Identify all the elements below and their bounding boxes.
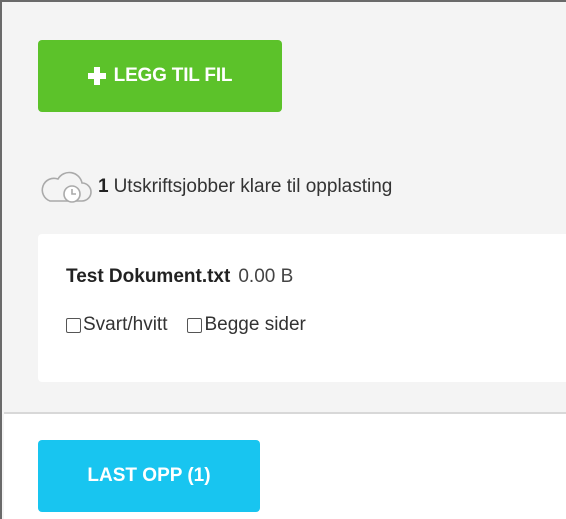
upload-button[interactable]: LAST OPP (1) bbox=[38, 440, 260, 512]
plus-icon bbox=[87, 67, 106, 85]
option-black-white[interactable]: Svart/hvitt bbox=[66, 314, 167, 336]
status-text: Utskriftsjobber klare til opplasting bbox=[113, 176, 393, 197]
cloud-clock-icon bbox=[41, 171, 92, 203]
black-white-label: Svart/hvitt bbox=[83, 314, 168, 335]
option-duplex[interactable]: Begge sider bbox=[187, 314, 306, 336]
print-job-card: Test Dokument.txt 0.00 B Svart/hvitt Beg… bbox=[38, 234, 566, 382]
job-title-row: Test Dokument.txt 0.00 B bbox=[66, 266, 293, 288]
duplex-label: Begge sider bbox=[204, 314, 306, 335]
upload-status: 1 Utskriftsjobber klare til opplasting bbox=[38, 170, 392, 204]
add-file-button[interactable]: LEGG TIL FIL bbox=[38, 40, 282, 112]
app-frame: LEGG TIL FIL 1 Utskriftsjobber klare til… bbox=[0, 0, 566, 519]
duplex-checkbox[interactable] bbox=[187, 317, 203, 333]
job-count: 1 bbox=[98, 176, 109, 197]
job-filename: Test Dokument.txt bbox=[66, 266, 231, 287]
add-file-label: LEGG TIL FIL bbox=[113, 65, 233, 86]
job-options: Svart/hvitt Begge sider bbox=[66, 314, 306, 336]
black-white-checkbox[interactable] bbox=[66, 317, 81, 333]
job-filesize: 0.00 B bbox=[238, 266, 294, 287]
